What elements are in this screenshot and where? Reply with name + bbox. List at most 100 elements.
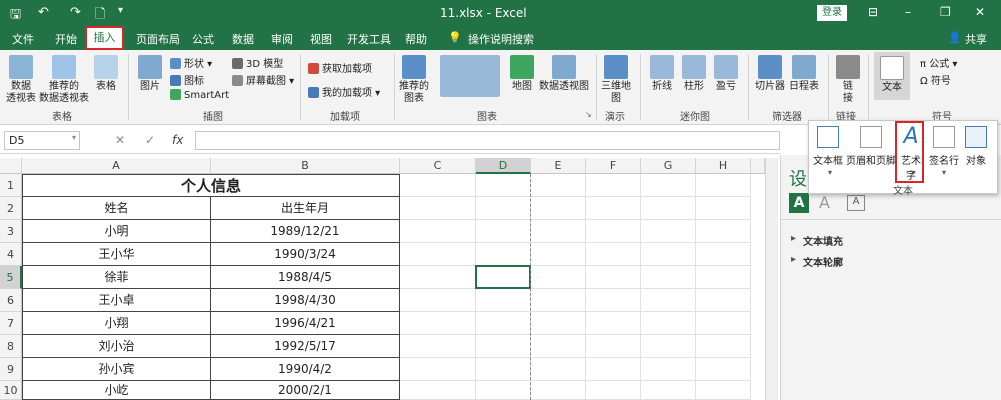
enter-icon[interactable]: ✓: [145, 133, 155, 147]
tell-me-search[interactable]: 操作说明搜索: [468, 31, 534, 47]
grid-cell[interactable]: [696, 312, 751, 335]
table-cell-name[interactable]: 徐菲: [22, 266, 211, 289]
column-header-c[interactable]: C: [400, 158, 476, 174]
share-button[interactable]: 共享: [965, 31, 987, 47]
save-icon[interactable]: 🖫: [10, 5, 21, 27]
tab-data[interactable]: 数据: [232, 31, 254, 47]
equation-button[interactable]: π 公式 ▾: [920, 55, 957, 70]
grid-cell[interactable]: [531, 174, 586, 197]
grid-cell[interactable]: [400, 243, 476, 266]
text-button[interactable]: 文本: [874, 52, 910, 100]
minimize-button[interactable]: –: [905, 5, 911, 19]
grid-cell[interactable]: [696, 335, 751, 358]
customize-qat-icon[interactable]: ▾: [118, 5, 123, 16]
text-effects-icon[interactable]: A: [819, 193, 830, 212]
signature-line-button[interactable]: 签名行: [928, 126, 960, 167]
sparkline-winloss-button[interactable]: 盈亏: [712, 55, 740, 93]
grid-cell[interactable]: [531, 312, 586, 335]
slicer-button[interactable]: 切片器: [754, 55, 786, 93]
table-title[interactable]: 个人信息: [22, 174, 400, 197]
grid-cell[interactable]: [586, 312, 641, 335]
grid-cell[interactable]: [531, 289, 586, 312]
undo-icon[interactable]: ↶: [38, 5, 49, 20]
row-header[interactable]: 8: [0, 335, 22, 358]
table-cell-birth[interactable]: 1990/4/2: [211, 358, 400, 381]
smartart-button[interactable]: SmartArt: [170, 89, 229, 101]
object-button[interactable]: 对象: [962, 126, 990, 167]
grid-cell[interactable]: [531, 381, 586, 400]
link-button[interactable]: 链 接: [836, 55, 860, 105]
grid-cell[interactable]: [696, 197, 751, 220]
close-button[interactable]: ✕: [975, 5, 985, 19]
charts-dialog-launcher-icon[interactable]: ↘: [585, 110, 592, 119]
table-cell-name[interactable]: 刘小治: [22, 335, 211, 358]
row-header[interactable]: 3: [0, 220, 22, 243]
grid-cell[interactable]: [586, 174, 641, 197]
recommended-pivot-button[interactable]: 推荐的 数据透视表: [38, 55, 90, 105]
chart-type-buttons[interactable]: [434, 55, 506, 99]
table-cell-birth[interactable]: 1989/12/21: [211, 220, 400, 243]
tab-review[interactable]: 审阅: [271, 31, 293, 47]
grid-cell[interactable]: [400, 289, 476, 312]
sparkline-line-button[interactable]: 折线: [648, 55, 676, 93]
tab-page-layout[interactable]: 页面布局: [136, 31, 180, 47]
name-box[interactable]: D5: [4, 131, 80, 150]
new-doc-icon[interactable]: 🗋: [95, 5, 105, 27]
tab-formulas[interactable]: 公式: [192, 31, 214, 47]
grid-cell[interactable]: [476, 174, 531, 197]
table-cell-birth[interactable]: 1996/4/21: [211, 312, 400, 335]
grid-cell[interactable]: [400, 220, 476, 243]
grid-cell[interactable]: [696, 266, 751, 289]
text-fill-outline-icon[interactable]: A: [789, 193, 809, 213]
select-all-corner[interactable]: [0, 158, 22, 174]
symbol-button[interactable]: Ω 符号: [920, 72, 951, 87]
login-button[interactable]: 登录: [817, 5, 847, 21]
grid-cell[interactable]: [400, 358, 476, 381]
grid-cell[interactable]: [476, 197, 531, 220]
column-header-b[interactable]: B: [211, 158, 400, 174]
grid-cell[interactable]: [531, 358, 586, 381]
tab-home[interactable]: 开始: [55, 31, 77, 47]
grid-cell[interactable]: [696, 243, 751, 266]
grid-cell[interactable]: [586, 358, 641, 381]
restore-button[interactable]: ❐: [940, 5, 951, 19]
grid-cell[interactable]: [641, 312, 696, 335]
dropdown-arrow-icon[interactable]: ▾: [942, 168, 946, 177]
dropdown-arrow-icon[interactable]: ▾: [828, 168, 832, 177]
table-header-birth[interactable]: 出生年月: [211, 197, 400, 220]
grid-cell[interactable]: [641, 358, 696, 381]
ribbon-options-icon[interactable]: ⊟: [868, 5, 878, 19]
grid-cell[interactable]: [696, 174, 751, 197]
grid-cell[interactable]: [641, 381, 696, 400]
grid-cell[interactable]: [476, 381, 531, 400]
grid-cell[interactable]: [400, 174, 476, 197]
grid-cell[interactable]: [696, 220, 751, 243]
shapes-button[interactable]: 形状 ▾: [170, 55, 212, 70]
grid-cell[interactable]: [531, 197, 586, 220]
grid-cell[interactable]: [641, 197, 696, 220]
tab-file[interactable]: 文件: [12, 31, 34, 47]
grid-cell[interactable]: [476, 358, 531, 381]
column-header-e[interactable]: E: [531, 158, 586, 174]
row-header[interactable]: 9: [0, 358, 22, 381]
grid-cell[interactable]: [586, 197, 641, 220]
3d-model-button[interactable]: 3D 模型: [232, 55, 283, 70]
table-button[interactable]: 表格: [92, 55, 120, 93]
tab-developer[interactable]: 开发工具: [347, 31, 391, 47]
row-header[interactable]: 7: [0, 312, 22, 335]
column-header-g[interactable]: G: [641, 158, 696, 174]
grid-cell[interactable]: [586, 266, 641, 289]
table-cell-name[interactable]: 孙小宾: [22, 358, 211, 381]
tab-view[interactable]: 视图: [310, 31, 332, 47]
grid-cell[interactable]: [400, 312, 476, 335]
cancel-icon[interactable]: ✕: [115, 133, 125, 147]
grid-cell[interactable]: [641, 335, 696, 358]
grid-cell[interactable]: [586, 220, 641, 243]
expand-arrow-icon[interactable]: ▸: [791, 254, 796, 265]
table-cell-name[interactable]: 小屹: [22, 381, 211, 400]
screenshot-button[interactable]: 屏幕截图 ▾: [232, 72, 294, 87]
share-icon[interactable]: 👤: [948, 31, 962, 44]
timeline-button[interactable]: 日程表: [788, 55, 820, 93]
pictures-button[interactable]: 图片: [136, 55, 164, 93]
table-cell-name[interactable]: 小翔: [22, 312, 211, 335]
